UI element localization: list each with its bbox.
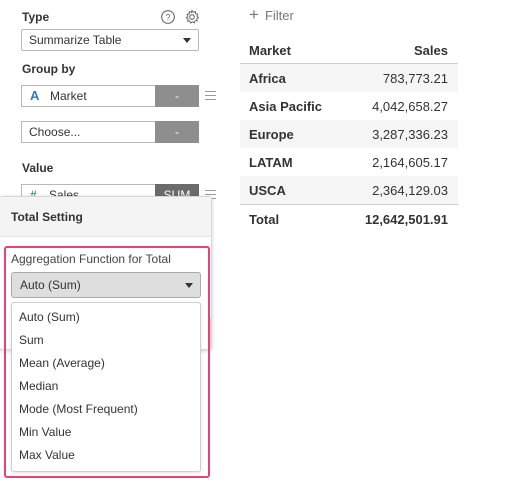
row-market: USCA	[249, 183, 286, 198]
row-sales: 2,364,129.03	[372, 183, 448, 198]
svg-text:?: ?	[165, 12, 170, 22]
type-label: Type	[22, 10, 50, 24]
row-sales: 3,287,336.23	[372, 127, 448, 142]
filter-button[interactable]: + Filter	[249, 5, 294, 25]
table-row: Europe 3,287,336.23	[240, 120, 458, 148]
total-setting-title: Total Setting	[0, 197, 211, 237]
row-market: Europe	[249, 127, 294, 142]
help-icon[interactable]: ?	[160, 9, 176, 25]
highlight-box	[4, 246, 210, 478]
column-header-sales[interactable]: Sales	[414, 43, 448, 58]
table-row: USCA 2,364,129.03	[240, 176, 458, 204]
chevron-down-icon	[183, 38, 191, 43]
group-by-label: Group by	[22, 62, 76, 76]
group-by-choose-remove-button[interactable]: -	[155, 121, 199, 143]
group-by-field-market[interactable]: A Market	[21, 85, 155, 107]
table-row: LATAM 2,164,605.17	[240, 148, 458, 176]
gear-icon[interactable]	[184, 9, 200, 25]
table-total-row: Total 12,642,501.91	[240, 204, 458, 232]
total-value: 12,642,501.91	[364, 212, 448, 227]
table-row: Asia Pacific 4,042,658.27	[240, 92, 458, 120]
group-by-field-choose[interactable]: Choose...	[21, 121, 155, 143]
value-label: Value	[22, 161, 54, 175]
row-sales: 2,164,605.17	[372, 155, 448, 170]
row-market: LATAM	[249, 155, 293, 170]
group-by-remove-button[interactable]: -	[155, 85, 199, 107]
drag-handle-icon[interactable]	[205, 91, 216, 100]
type-select[interactable]: Summarize Table	[21, 29, 199, 51]
total-label: Total	[249, 212, 280, 227]
row-sales: 783,773.21	[382, 71, 448, 86]
table-header: Market Sales	[240, 36, 458, 64]
type-select-value: Summarize Table	[29, 33, 122, 47]
row-market: Africa	[249, 71, 286, 86]
text-type-icon: A	[30, 88, 40, 103]
row-sales: 4,042,658.27	[372, 99, 448, 114]
row-market: Asia Pacific	[249, 99, 322, 114]
filter-label: Filter	[264, 8, 294, 23]
group-by-choose-label: Choose...	[29, 125, 81, 139]
group-by-field-name: Market	[50, 89, 87, 103]
table-row: Africa 783,773.21	[240, 64, 458, 92]
plus-icon: +	[249, 5, 259, 24]
column-header-market[interactable]: Market	[249, 43, 291, 58]
summary-table: Market Sales Africa 783,773.21 Asia Paci…	[240, 36, 458, 232]
